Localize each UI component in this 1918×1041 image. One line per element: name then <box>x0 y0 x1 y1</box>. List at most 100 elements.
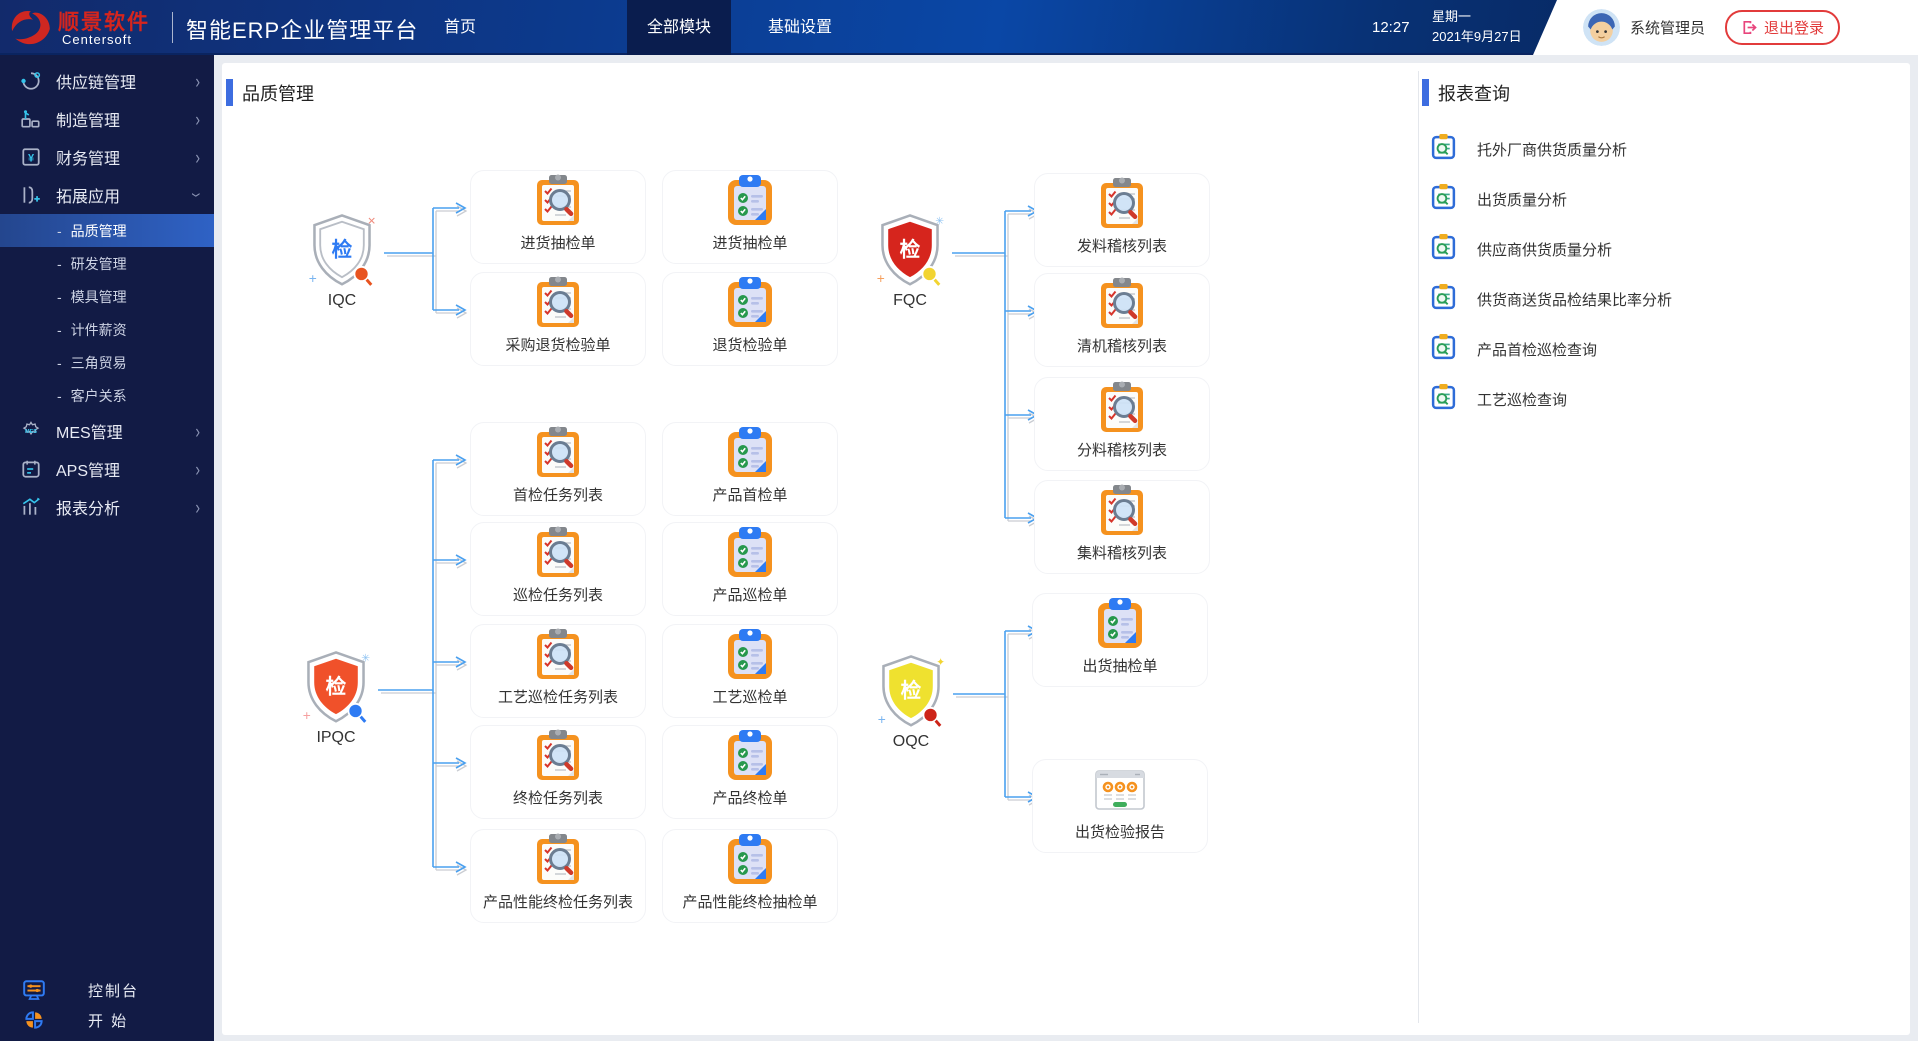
report-item-供应商供货质量分析[interactable]: 供应商供货质量分析 <box>1430 229 1900 269</box>
sidebar-item-5[interactable]: MES MES管理 › <box>0 412 214 450</box>
extension-icon <box>20 184 42 206</box>
flow-node-产品终检单[interactable]: 产品终检单 <box>662 725 838 819</box>
flow-node-产品巡检单[interactable]: 产品巡检单 <box>662 522 838 616</box>
avatar[interactable] <box>1583 9 1620 46</box>
brand-logo-icon <box>11 11 50 45</box>
app-title: 智能ERP企业管理平台 <box>186 18 419 43</box>
sidebar-footer-item-1[interactable]: 控制台 <box>0 975 214 1005</box>
clock-date-block: 星期一 2021年9月27日 <box>1432 7 1522 47</box>
report-item-供货商送货品检结果比率分析[interactable]: 供货商送货品检结果比率分析 <box>1430 279 1900 319</box>
flow-node-label: 工艺巡检任务列表 <box>497 689 618 706</box>
brand-subtitle: Centersoft <box>62 32 132 47</box>
sidebar-item-6[interactable]: APS管理 › <box>0 450 214 488</box>
flow-node-首检任务列表[interactable]: 首检任务列表 <box>470 422 646 516</box>
flow-node-工艺巡检单[interactable]: 工艺巡检单 <box>662 624 838 718</box>
sidebar-subitem-客户关系[interactable]: 客户关系 <box>0 379 214 412</box>
nav-tab-basic-settings[interactable]: 基础设置 <box>744 0 856 55</box>
clipboard-check-icon <box>722 832 778 890</box>
flow-node-label: 分料稽核列表 <box>1076 442 1167 459</box>
flow-node-产品性能终检抽检单[interactable]: 产品性能终检抽检单 <box>662 829 838 923</box>
report-item-label: 产品首检巡检查询 <box>1477 341 1598 359</box>
shield-glyph: 检 <box>332 238 353 262</box>
report-item-label: 供货商送货品检结果比率分析 <box>1477 291 1673 309</box>
flow-node-退货检验单[interactable]: 退货检验单 <box>662 272 838 366</box>
sidebar-subitem-模具管理[interactable]: 模具管理 <box>0 280 214 313</box>
report-query-icon <box>1430 233 1457 265</box>
chevron-right-icon: › <box>195 419 200 443</box>
flow-node-label: 发料稽核列表 <box>1076 238 1167 255</box>
shield-iqc[interactable]: 检 ✕ + IQC <box>287 212 397 310</box>
flow-node-采购退货检验单[interactable]: 采购退货检验单 <box>470 272 646 366</box>
report-item-label: 出货质量分析 <box>1477 191 1568 209</box>
sidebar-subitem-品质管理[interactable]: 品质管理 <box>0 214 214 247</box>
flow-node-进货抽检单[interactable]: 进货抽检单 <box>470 170 646 264</box>
top-header: 顺景软件 Centersoft 智能ERP企业管理平台 首页 全部模块 基础设置… <box>0 0 1918 55</box>
sidebar-item-1[interactable]: 供应链管理 › <box>0 62 214 100</box>
flow-node-label: 产品巡检单 <box>712 587 788 604</box>
logo-divider <box>172 12 173 43</box>
flow-node-终检任务列表[interactable]: 终检任务列表 <box>470 725 646 819</box>
flow-node-进货抽检单[interactable]: 进货抽检单 <box>662 170 838 264</box>
flow-node-产品性能终检任务列表[interactable]: 产品性能终检任务列表 <box>470 829 646 923</box>
report-item-工艺巡检查询[interactable]: 工艺巡检查询 <box>1430 379 1900 419</box>
flow-node-产品首检单[interactable]: 产品首检单 <box>662 422 838 516</box>
quality-management-panel: 品质管理 报表查询 检 ✕ + IQC 进货抽检单 采购退货检验单 进货抽检单 退货检验… <box>222 63 1910 1035</box>
sidebar-subitem-研发管理[interactable]: 研发管理 <box>0 247 214 280</box>
sidebar-subitem-三角贸易[interactable]: 三角贸易 <box>0 346 214 379</box>
sidebar-subitem-label: 模具管理 <box>70 288 127 305</box>
sidebar-footer-item-2[interactable]: 开 始 <box>0 1005 214 1035</box>
shield-oqc[interactable]: 检 ✦ + OQC <box>856 653 966 751</box>
nav-tab-home[interactable]: 首页 <box>410 0 510 55</box>
report-item-出货质量分析[interactable]: 出货质量分析 <box>1430 179 1900 219</box>
flow-node-清机稽核列表[interactable]: 清机稽核列表 <box>1034 273 1210 367</box>
clipboard-check-icon <box>722 627 778 685</box>
report-query-icon <box>1430 283 1457 315</box>
chevron-right-icon: › <box>195 69 200 93</box>
clipboard-check-icon <box>1092 596 1148 654</box>
section-title-bar <box>1422 79 1429 106</box>
shield-fqc[interactable]: 检 ✳ + FQC <box>855 212 965 310</box>
clipboard-magnifier-icon <box>1094 276 1150 334</box>
report-item-label: 供应商供货质量分析 <box>1477 241 1613 259</box>
content-area: 品质管理 报表查询 检 ✕ + IQC 进货抽检单 采购退货检验单 进货抽检单 退货检验… <box>214 55 1918 1041</box>
nav-tab-all-modules[interactable]: 全部模块 <box>627 0 731 55</box>
flow-node-label: 进货抽检单 <box>520 235 596 252</box>
flow-node-label: 出货检验报告 <box>1074 824 1165 841</box>
sidebar-item-7[interactable]: 报表分析 › <box>0 488 214 526</box>
flow-node-集料稽核列表[interactable]: 集料稽核列表 <box>1034 480 1210 574</box>
flow-node-工艺巡检任务列表[interactable]: 工艺巡检任务列表 <box>470 624 646 718</box>
section-title-text: 报表查询 <box>1438 83 1510 104</box>
sparkle-icon: + <box>878 712 886 727</box>
sparkle-icon: ✳ <box>361 654 370 665</box>
shield-group-label: OQC <box>892 733 930 750</box>
flow-node-label: 首检任务列表 <box>512 487 603 504</box>
shield-ipqc[interactable]: 检 ✳ + IPQC <box>281 649 391 747</box>
sidebar-item-2[interactable]: 制造管理 › <box>0 100 214 138</box>
logout-button[interactable]: 退出登录 <box>1725 10 1841 45</box>
flow-node-发料稽核列表[interactable]: 发料稽核列表 <box>1034 173 1210 267</box>
clipboard-magnifier-icon <box>530 728 586 786</box>
report-item-产品首检巡检查询[interactable]: 产品首检巡检查询 <box>1430 329 1900 369</box>
clock-time: 12:27 <box>1372 19 1410 36</box>
report-item-托外厂商供货质量分析[interactable]: 托外厂商供货质量分析 <box>1430 129 1900 169</box>
sparkle-icon: ✦ <box>936 658 945 669</box>
clipboard-magnifier-icon <box>530 832 586 890</box>
section-title-text: 品质管理 <box>242 83 314 104</box>
sidebar-item-4[interactable]: 拓展应用 › <box>0 176 214 214</box>
flow-node-分料稽核列表[interactable]: 分料稽核列表 <box>1034 377 1210 471</box>
sidebar-item-3[interactable]: ¥ 财务管理 › <box>0 138 214 176</box>
sparkle-icon: ✳ <box>935 217 944 228</box>
shield-group-label: IQC <box>327 292 357 309</box>
flow-node-label: 产品性能终检抽检单 <box>682 894 818 911</box>
console-icon <box>22 978 46 1002</box>
sidebar-subitem-计件薪资[interactable]: 计件薪资 <box>0 313 214 346</box>
shield-icon: 检 ✳ + <box>303 651 370 723</box>
chevron-right-icon: › <box>195 457 200 481</box>
flow-node-label: 产品性能终检任务列表 <box>482 894 633 911</box>
flow-node-巡检任务列表[interactable]: 巡检任务列表 <box>470 522 646 616</box>
flow-node-出货抽检单[interactable]: 出货抽检单 <box>1032 593 1208 687</box>
chevron-right-icon: › <box>195 107 200 131</box>
svg-text:¥: ¥ <box>28 152 35 164</box>
flow-node-出货检验报告[interactable]: 出货检验报告 <box>1032 759 1208 853</box>
supply-chain-icon <box>20 70 42 92</box>
